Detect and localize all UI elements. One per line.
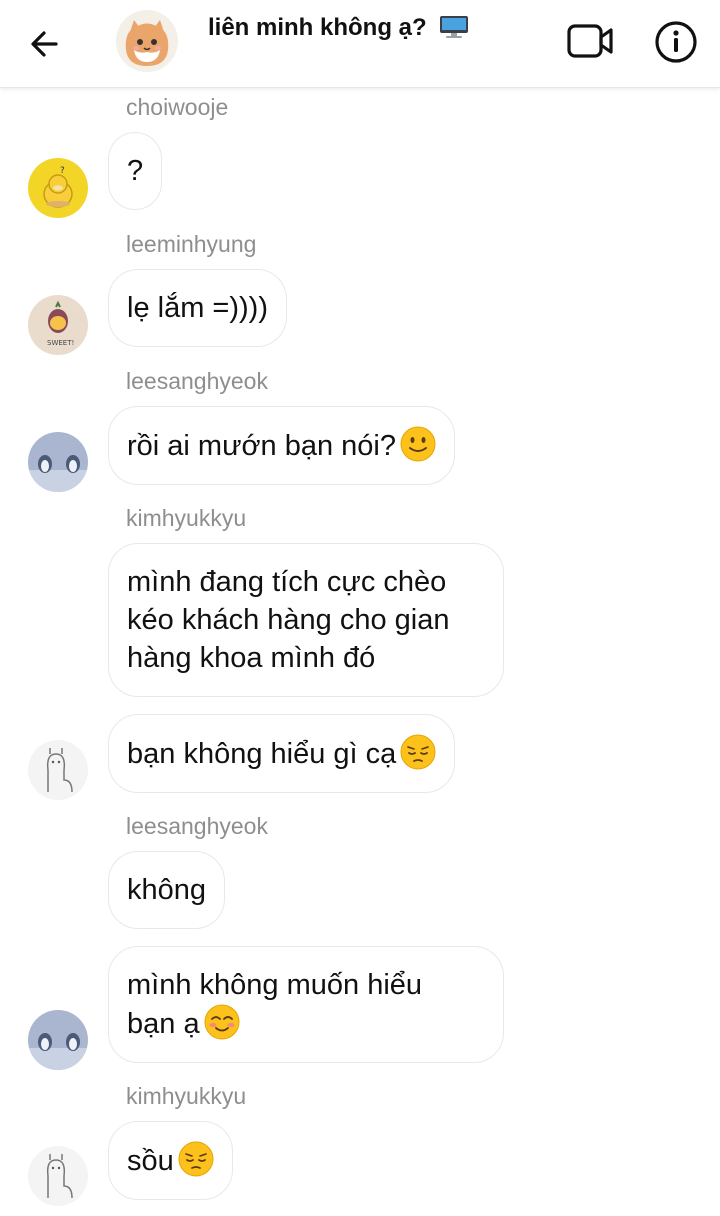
video-call-icon[interactable] [566,20,616,62]
sender-name: choiwooje [126,94,229,120]
message-bubble[interactable]: không [108,851,226,929]
avatar-leesanghyeok[interactable] [28,432,88,492]
pensive-face-icon [400,734,436,770]
sender-name: kimhyukkyu [126,505,247,531]
message-line: mình đang tích cực chèo [127,566,447,598]
message-text: lẹ lắm =)))) [127,292,268,324]
message-text: không [127,874,207,906]
smiling-face-icon [204,1004,240,1040]
avatar-choiwooje[interactable]: ? [28,158,88,218]
message-bubble[interactable]: sồu [108,1121,233,1200]
avatar-kimhyukkyu[interactable] [28,740,88,800]
chat-title: liên minh không ạ? [208,14,469,42]
message-bubble[interactable]: mình không muốn hiểu bạn ạ [108,946,504,1063]
slightly-smiling-face-icon [400,426,436,462]
message-line: mình không muốn hiểu [127,969,423,1001]
group-avatar[interactable] [116,10,178,72]
chat-header: liên minh không ạ? [0,0,720,88]
message-line: bạn ạ [127,1004,485,1043]
message-line: kéo khách hàng cho gian [127,604,450,636]
sender-name: leesanghyeok [126,813,268,839]
message-bubble[interactable]: rồi ai mướn bạn nói? [108,406,455,485]
message-text: bạn không hiểu gì cạ [127,738,397,770]
avatar-kimhyukkyu[interactable] [28,1146,88,1206]
avatar-leeminhyung[interactable]: SWEET! [28,295,88,355]
message-bubble[interactable]: ? [108,132,163,210]
message-text: rồi ai mướn bạn nói? [127,430,396,462]
message-bubble[interactable]: lẹ lắm =)))) [108,269,287,347]
message-line: hàng khoa mình đó [127,642,376,674]
back-arrow-icon[interactable] [26,24,66,64]
info-icon[interactable] [652,18,700,66]
message-bubble[interactable]: mình đang tích cực chèo kéo khách hàng c… [108,543,504,697]
desktop-computer-icon [439,15,469,39]
pensive-face-icon [178,1141,214,1177]
message-line-text: bạn ạ [127,1008,200,1040]
chat-title-text: liên minh không ạ? [208,14,427,41]
message-bubble[interactable]: bạn không hiểu gì cạ [108,714,456,793]
sender-name: kimhyukkyu [126,1083,247,1109]
sender-name: leeminhyung [126,231,257,257]
avatar-leesanghyeok[interactable] [28,1010,88,1070]
message-text: sồu [127,1145,174,1177]
message-text: ? [127,155,144,187]
svg-text:?: ? [60,166,65,176]
sender-name: leesanghyeok [126,368,268,394]
svg-text:SWEET!: SWEET! [47,339,74,347]
